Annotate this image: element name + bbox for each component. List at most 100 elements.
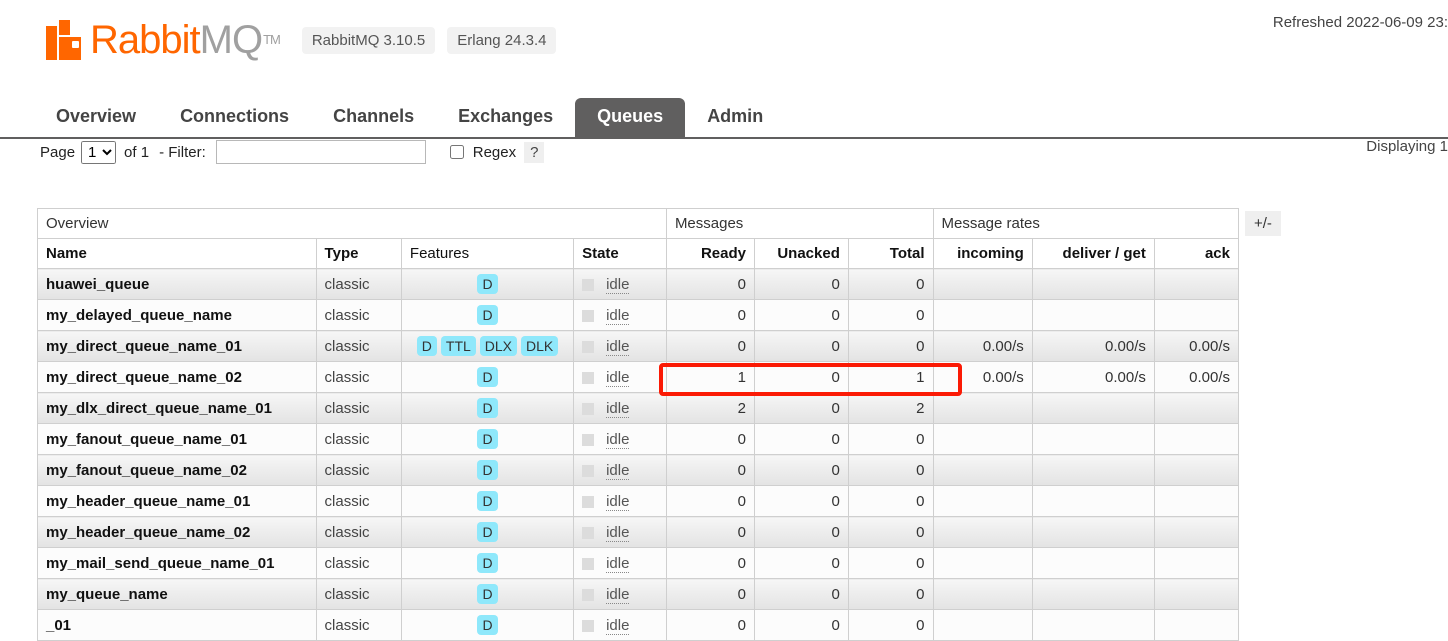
queue-name-text[interactable]: huawei_queue — [46, 276, 149, 293]
queue-name-text[interactable]: my_mail_send_queue_name_01 — [46, 555, 274, 572]
tab-admin[interactable]: Admin — [685, 98, 785, 137]
queue-incoming-rate-cell — [932, 609, 1033, 641]
queue-ack-rate-cell — [1153, 423, 1240, 455]
logo-wordmark[interactable]: RabbitMQTM — [90, 20, 281, 60]
queue-ack-rate-cell — [1153, 547, 1240, 579]
queue-ready-cell: 0 — [665, 578, 756, 610]
queue-name-link[interactable]: my_mail_send_queue_name_01 — [37, 547, 317, 579]
table-row: my_direct_queue_name_02 classic Didle 1 0 1 0.… — [37, 361, 1240, 393]
queue-name-link[interactable]: my_direct_queue_name_02 — [37, 361, 317, 393]
queue-name-text[interactable]: my_header_queue_name_01 — [46, 493, 250, 510]
queue-incoming-rate-cell: 0.00/s — [932, 361, 1033, 393]
page-select[interactable]: 1 — [81, 140, 117, 164]
page-label: Page — [40, 143, 76, 161]
queues-table: Overview Messages Message rates Name Typ… — [37, 208, 1240, 641]
column-header-ack[interactable]: ack — [1153, 238, 1240, 269]
regex-help-icon[interactable]: ? — [524, 141, 545, 163]
queue-state-cell: idle — [573, 299, 667, 331]
group-header-messages: Messages — [665, 208, 934, 239]
tab-queues[interactable]: Queues — [575, 98, 686, 137]
queue-name-text[interactable]: my_dlx_direct_queue_name_01 — [46, 400, 272, 417]
queue-features-cell: D — [400, 454, 575, 486]
queue-ack-rate-cell — [1153, 485, 1240, 517]
queue-name-text[interactable]: my_fanout_queue_name_01 — [46, 431, 247, 448]
feature-badge: D — [477, 615, 498, 635]
column-header-type[interactable]: Type — [315, 238, 402, 269]
feature-badge: D — [477, 522, 498, 542]
feature-badge: D — [477, 584, 498, 604]
queue-deliver-get-rate-cell — [1031, 423, 1155, 455]
queue-state-cell: idle — [573, 454, 667, 486]
queue-name-link[interactable]: my_delayed_queue_name — [37, 299, 317, 331]
column-header-state[interactable]: State — [573, 238, 667, 269]
queue-state-cell: idle — [573, 609, 667, 641]
column-header-features: Features — [400, 238, 575, 269]
tab-channels[interactable]: Channels — [311, 98, 436, 137]
queue-name-link[interactable]: my_header_queue_name_01 — [37, 485, 317, 517]
queue-total-cell: 2 — [847, 392, 934, 424]
queue-name-text[interactable]: my_header_queue_name_02 — [46, 524, 250, 541]
state-label: idle — [606, 306, 630, 325]
toggle-columns-button[interactable]: +/- — [1245, 211, 1281, 236]
queue-name-text[interactable]: _01 — [46, 617, 71, 634]
state-indicator-icon — [582, 495, 595, 508]
queue-unacked-cell: 0 — [754, 299, 849, 331]
table-row: my_direct_queue_name_01 classic D TTL DLX DLK… — [37, 330, 1240, 362]
queue-ack-rate-cell — [1153, 268, 1240, 300]
queue-ack-rate-cell: 0.00/s — [1153, 330, 1240, 362]
state-label: idle — [606, 523, 630, 542]
column-header-deliver-get[interactable]: deliver / get — [1031, 238, 1155, 269]
state-indicator-icon — [582, 433, 595, 446]
queue-type-cell: classic — [315, 299, 402, 331]
queue-name-link[interactable]: my_fanout_queue_name_02 — [37, 454, 317, 486]
queue-name-text[interactable]: my_direct_queue_name_02 — [46, 369, 242, 386]
table-group-header-row: Overview Messages Message rates — [37, 208, 1239, 239]
rabbitmq-logo-icon[interactable] — [46, 20, 88, 60]
queue-total-cell: 0 — [847, 330, 934, 362]
tab-exchanges[interactable]: Exchanges — [436, 98, 575, 137]
queue-state-cell: idle — [573, 361, 667, 393]
column-header-ready[interactable]: Ready — [665, 238, 756, 269]
queue-name-link[interactable]: my_fanout_queue_name_01 — [37, 423, 317, 455]
filter-input[interactable] — [215, 140, 426, 164]
column-header-unacked[interactable]: Unacked — [754, 238, 849, 269]
queue-name-link[interactable]: huawei_queue — [37, 268, 317, 300]
column-header-incoming[interactable]: incoming — [932, 238, 1033, 269]
queue-state-cell: idle — [573, 392, 667, 424]
queue-ready-cell: 0 — [665, 268, 756, 300]
queue-name-text[interactable]: my_direct_queue_name_01 — [46, 338, 242, 355]
queue-name-link[interactable]: _01 — [37, 609, 317, 641]
queue-features-cell: D — [400, 299, 575, 331]
queue-name-text[interactable]: my_queue_name — [46, 586, 168, 603]
queue-features-cell: D TTL DLX DLK — [400, 330, 575, 362]
tab-overview[interactable]: Overview — [34, 98, 158, 137]
queue-deliver-get-rate-cell — [1031, 578, 1155, 610]
state-label: idle — [606, 337, 630, 356]
tab-connections[interactable]: Connections — [158, 98, 311, 137]
queue-total-cell: 0 — [847, 423, 934, 455]
queue-name-link[interactable]: my_header_queue_name_02 — [37, 516, 317, 548]
feature-badge: D — [477, 274, 498, 294]
queue-name-text[interactable]: my_delayed_queue_name — [46, 307, 232, 324]
column-header-name[interactable]: Name — [37, 238, 317, 269]
regex-checkbox[interactable] — [449, 145, 464, 159]
queue-incoming-rate-cell — [932, 578, 1033, 610]
state-indicator-icon — [582, 464, 595, 477]
queue-features-cell: D — [400, 423, 575, 455]
queue-type-cell: classic — [315, 547, 402, 579]
queue-name-link[interactable]: my_dlx_direct_queue_name_01 — [37, 392, 317, 424]
queue-unacked-cell: 0 — [754, 454, 849, 486]
queue-name-link[interactable]: my_queue_name — [37, 578, 317, 610]
queue-unacked-cell: 0 — [754, 268, 849, 300]
queue-unacked-cell: 0 — [754, 392, 849, 424]
queue-incoming-rate-cell — [932, 485, 1033, 517]
queue-name-link[interactable]: my_direct_queue_name_01 — [37, 330, 317, 362]
queue-type-cell: classic — [315, 485, 402, 517]
table-row: my_dlx_direct_queue_name_01 classic Didle 2… — [37, 392, 1240, 424]
queue-features-cell: D — [400, 578, 575, 610]
queues-table-container: Overview Messages Message rates Name Typ… — [37, 208, 1240, 641]
state-indicator-icon — [582, 526, 595, 539]
queue-type-cell: classic — [315, 516, 402, 548]
queue-name-text[interactable]: my_fanout_queue_name_02 — [46, 462, 247, 479]
column-header-total[interactable]: Total — [847, 238, 934, 269]
